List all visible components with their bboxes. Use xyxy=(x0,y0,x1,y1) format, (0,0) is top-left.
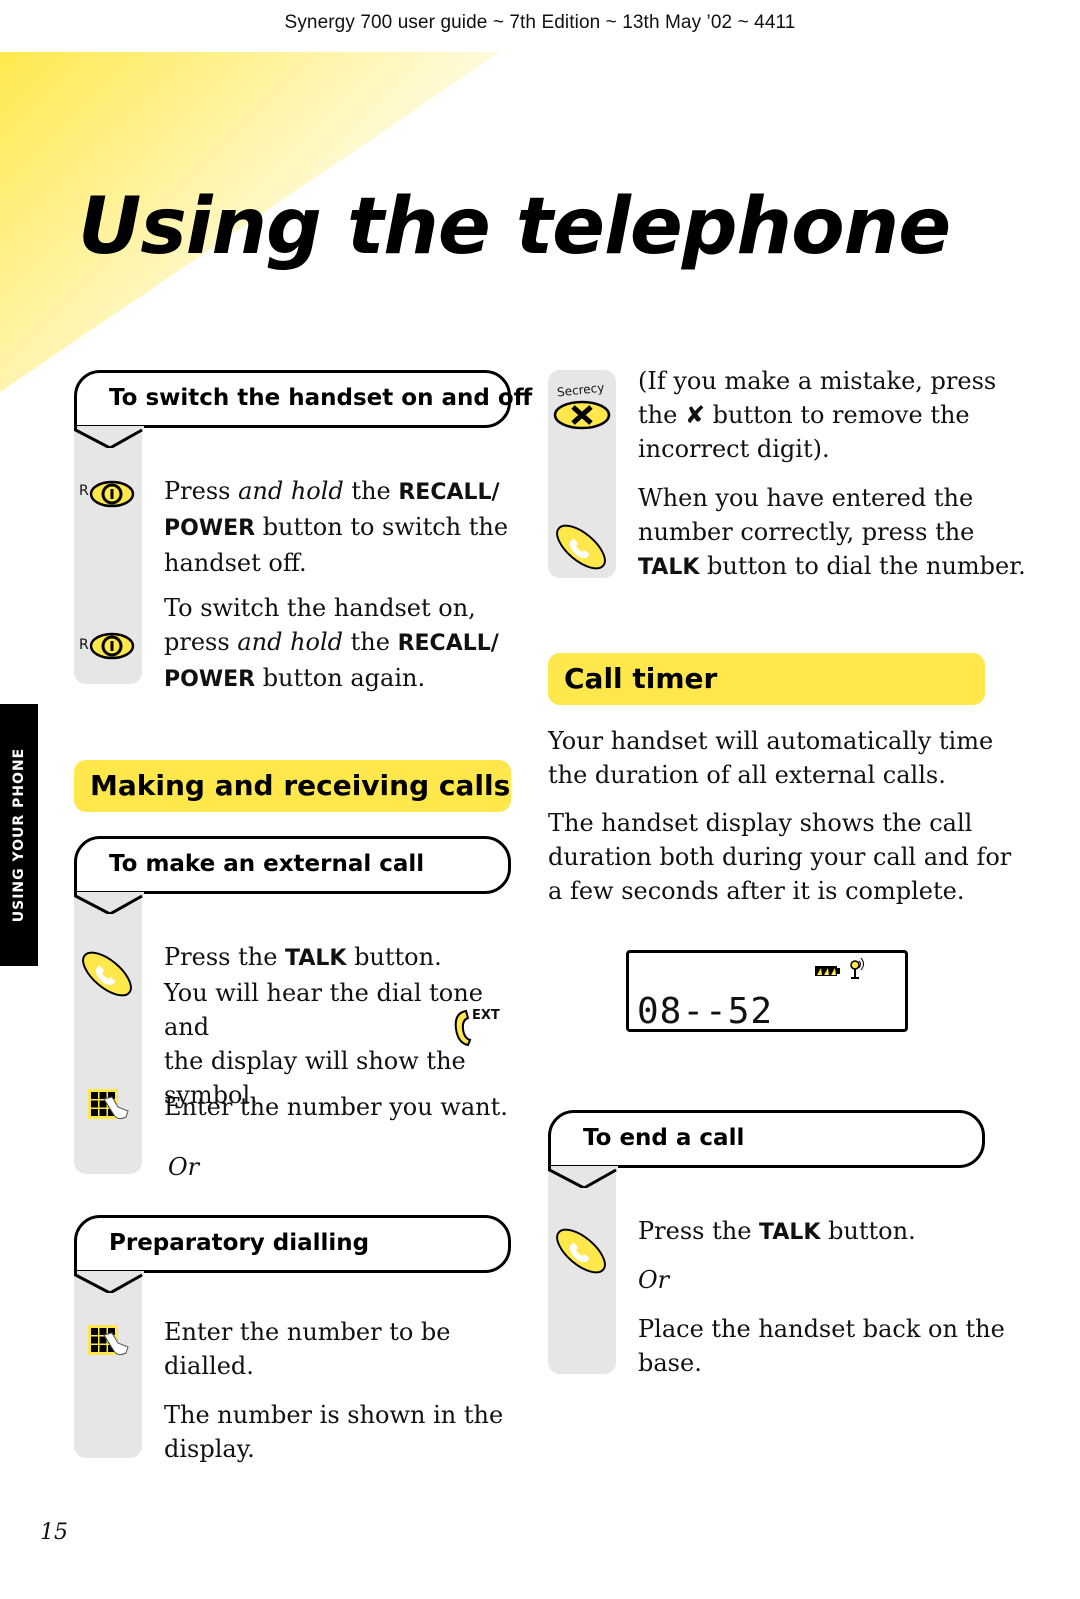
section-banner: Call timer xyxy=(548,653,985,705)
or-text: Or xyxy=(638,1266,670,1294)
step-text: When you have entered the number correct… xyxy=(638,484,1026,580)
handset-display: 08--52 xyxy=(626,950,908,1032)
section-banner: Making and receiving calls xyxy=(74,760,511,812)
external-line-icon xyxy=(454,1009,472,1047)
section-heading-bubble: To switch the handset on and off xyxy=(74,370,532,448)
step-text: Place the handset back on the base. xyxy=(638,1315,1005,1377)
section-heading-bubble: To make an external call xyxy=(74,836,511,914)
talk-button-icon xyxy=(78,945,136,1003)
step-text: The number is shown in the display. xyxy=(164,1401,504,1463)
step-text: Press the TALK button. xyxy=(638,1217,916,1245)
running-head: Synergy 700 user guide ~ 7th Edition ~ 1… xyxy=(284,12,796,33)
side-tab-label: USING YOUR PHONE xyxy=(11,747,27,923)
or-text: Or xyxy=(168,1153,200,1181)
battery-icon xyxy=(815,966,840,976)
recall-power-icon xyxy=(89,480,135,508)
talk-button-icon xyxy=(552,1222,610,1280)
body-text: The handset display shows the call durati… xyxy=(548,809,1012,905)
section-heading-bubble: To end a call xyxy=(548,1110,985,1188)
body-text: Your handset will automatically time the … xyxy=(548,727,994,789)
step-text: Enter the number to be dialled. xyxy=(164,1318,451,1380)
step-text: To switch the handset on, press and hold… xyxy=(164,594,499,692)
section-heading-bubble: Preparatory dialling xyxy=(74,1215,511,1293)
section-banner-title: Call timer xyxy=(564,662,718,695)
ext-label: EXT xyxy=(472,1008,500,1023)
section-heading: Preparatory dialling xyxy=(109,1230,370,1256)
page-title: Using the telephone xyxy=(78,182,951,272)
step-text: Enter the number you want. xyxy=(164,1093,508,1121)
section-heading: To end a call xyxy=(583,1125,745,1151)
keypad-icon xyxy=(88,1089,129,1120)
section-banner-title: Making and receiving calls xyxy=(90,769,511,802)
secrecy-delete-icon xyxy=(553,400,611,430)
page-number: 15 xyxy=(40,1520,68,1545)
call-duration-readout: 08--52 xyxy=(637,991,774,1032)
section-heading: To switch the handset on and off xyxy=(109,385,533,411)
side-tab: USING YOUR PHONE xyxy=(0,704,38,966)
talk-button-icon xyxy=(552,518,610,576)
step-text: (If you make a mistake, press the ✘ butt… xyxy=(638,367,997,463)
section-heading: To make an external call xyxy=(109,851,425,877)
signal-antenna-icon xyxy=(850,957,864,979)
keypad-icon xyxy=(88,1325,129,1356)
recall-power-icon xyxy=(89,632,135,660)
delete-x-icon: ✘ xyxy=(684,401,706,429)
step-text: Press and hold the RECALL/ POWER button … xyxy=(164,477,509,577)
